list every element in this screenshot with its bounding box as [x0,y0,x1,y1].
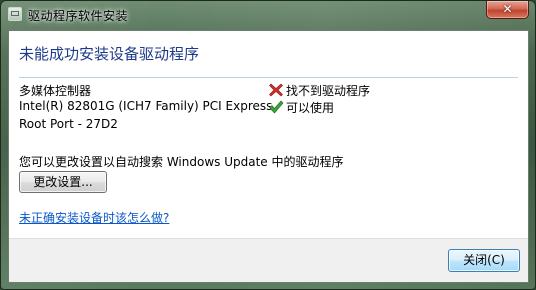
device-status-multimedia: 找不到驱动程序 [268,82,370,99]
error-x-icon [269,83,283,97]
device-status-pci-text: 可以使用 [286,101,335,115]
dialog-heading: 未能成功安装设备驱动程序 [19,45,200,63]
window-title: 驱动程序软件安装 [28,9,129,23]
dialog-client-area: 未能成功安装设备驱动程序 多媒体控制器 找不到驱动程序 Intel(R) 828… [8,30,529,283]
window-close-button[interactable]: ✕ [486,1,529,19]
heading-divider [19,77,518,78]
auto-search-hint: 您可以更改设置以自动搜索 Windows Update 中的驱动程序 [19,155,344,169]
title-bar[interactable]: 驱动程序软件安装 ✕ [1,1,535,29]
driver-install-window: 驱动程序软件安装 ✕ 未能成功安装设备驱动程序 多媒体控制器 找不到驱动程序 I… [0,0,536,290]
device-name-pci-line2: Root Port - 27D2 [19,117,118,131]
footer-divider [9,238,528,239]
checkmark-icon [269,100,284,114]
window-app-icon [8,7,22,21]
close-icon: ✕ [502,2,513,16]
help-link[interactable]: 未正确安装设备时该怎么做? [19,209,169,226]
device-status-pci: 可以使用 [268,99,334,116]
close-button[interactable]: 关闭(C) [448,249,520,272]
dialog-content: 未能成功安装设备驱动程序 多媒体控制器 找不到驱动程序 Intel(R) 828… [9,31,528,238]
device-status-multimedia-text: 找不到驱动程序 [286,84,371,98]
device-name-multimedia: 多媒体控制器 [19,84,92,98]
device-name-pci-line1: Intel(R) 82801G (ICH7 Family) PCI Expres… [19,99,273,113]
change-settings-button[interactable]: 更改设置... [19,171,107,193]
